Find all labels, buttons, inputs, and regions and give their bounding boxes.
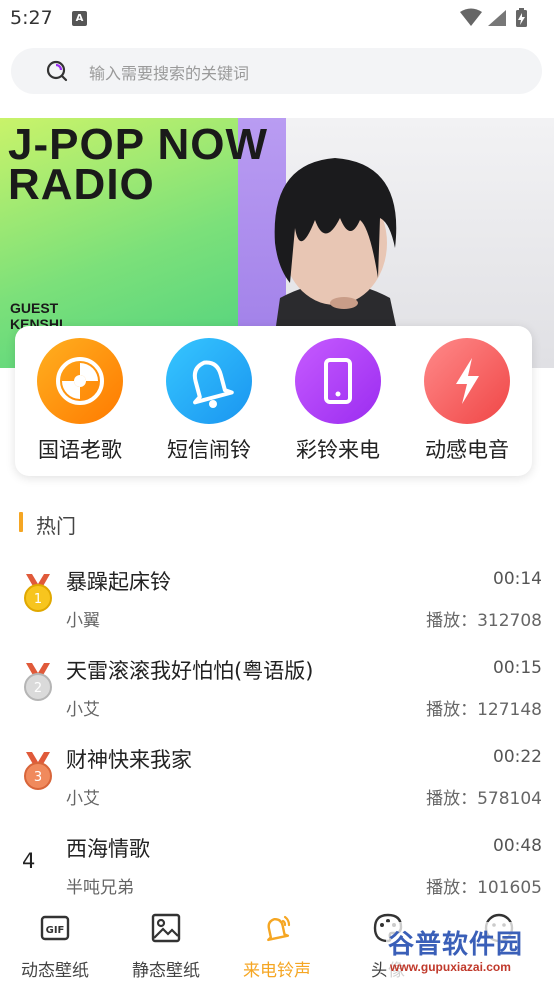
song-row[interactable]: 3 财神快来我家 小艾 00:22 播放：578104: [0, 744, 554, 833]
category-donggan-dianyin[interactable]: 动感电音: [412, 338, 522, 464]
hot-accent-bar: [19, 512, 23, 532]
category-cailing-laidian[interactable]: 彩铃来电: [283, 338, 393, 464]
cell-signal-icon: [488, 10, 506, 26]
notification-icon: A: [72, 11, 87, 26]
song-title: 暴躁起床铃: [66, 570, 171, 594]
song-artist: 半吨兄弟: [66, 878, 134, 898]
section-title-hot: 热门: [36, 514, 76, 538]
category-label: 国语老歌: [38, 438, 122, 462]
nav-ringtones[interactable]: 来电铃声: [222, 912, 332, 981]
song-duration: 00:14: [493, 569, 542, 589]
svg-text:GIF: GIF: [46, 925, 65, 936]
gif-icon: GIF: [40, 915, 70, 941]
song-artist: 小翼: [66, 611, 100, 631]
category-guoyu-laoge[interactable]: 国语老歌: [25, 338, 135, 464]
wifi-icon: [460, 8, 482, 26]
nav-static-wallpaper[interactable]: 静态壁纸: [111, 912, 221, 981]
category-card: 国语老歌 短信闹铃 彩铃来电 动感电音: [15, 326, 532, 476]
song-title: 财神快来我家: [66, 748, 192, 772]
phone-icon: [295, 338, 381, 424]
category-label: 彩铃来电: [296, 438, 380, 462]
song-play-count: 播放：127148: [426, 700, 542, 720]
search-input[interactable]: 输入需要搜索的关键词: [11, 48, 542, 94]
watermark-logo: 谷普软件园 www.gupuxiazai.com: [386, 922, 552, 982]
song-play-count: 播放：312708: [426, 611, 542, 631]
category-label: 动感电音: [425, 438, 509, 462]
song-duration: 00:22: [493, 747, 542, 767]
cd-icon: [37, 338, 123, 424]
rank-number: 4: [22, 849, 36, 873]
song-row[interactable]: 1 暴躁起床铃 小翼 00:14 播放：312708: [0, 566, 554, 655]
bell-icon: [166, 338, 252, 424]
image-icon: [151, 913, 181, 943]
banner-title-line2: RADIO: [8, 160, 155, 209]
nav-label: 静态壁纸: [132, 961, 200, 981]
song-title: 天雷滚滚我好怕怕(粤语版): [66, 659, 314, 683]
gold-medal-icon: 1: [24, 574, 52, 612]
bronze-medal-icon: 3: [24, 752, 52, 790]
silver-medal-icon: 2: [24, 663, 52, 701]
svg-text:3: 3: [34, 770, 42, 785]
signal-battery-icons: [460, 8, 527, 27]
ringing-bell-icon: [267, 915, 291, 942]
svg-text:2: 2: [34, 681, 42, 696]
watermark-text: 谷普软件园: [388, 930, 524, 960]
song-row[interactable]: 2 天雷滚滚我好怕怕(粤语版) 小艾 00:15 播放：127148: [0, 655, 554, 744]
song-title: 西海情歌: [66, 837, 150, 861]
nav-label: 来电铃声: [243, 961, 311, 981]
category-label: 短信闹铃: [167, 438, 251, 462]
status-bar: 5:27 A: [0, 0, 554, 38]
song-play-count: 播放：101605: [426, 878, 542, 898]
song-artist: 小艾: [66, 789, 100, 809]
watermark-url: www.gupuxiazai.com: [390, 960, 511, 974]
nav-label: 动态壁纸: [21, 961, 89, 981]
song-artist: 小艾: [66, 700, 100, 720]
nav-dynamic-wallpaper[interactable]: GIF 动态壁纸: [0, 912, 110, 981]
search-placeholder: 输入需要搜索的关键词: [89, 64, 250, 83]
svg-text:1: 1: [34, 592, 42, 607]
status-time: 5:27: [10, 7, 53, 29]
song-duration: 00:48: [493, 836, 542, 856]
song-play-count: 播放：578104: [426, 789, 542, 809]
banner-guest-label: GUEST: [10, 300, 59, 316]
search-icon: [46, 60, 68, 82]
category-duanxin-naoling[interactable]: 短信闹铃: [154, 338, 264, 464]
song-duration: 00:15: [493, 658, 542, 678]
lightning-icon: [424, 338, 510, 424]
